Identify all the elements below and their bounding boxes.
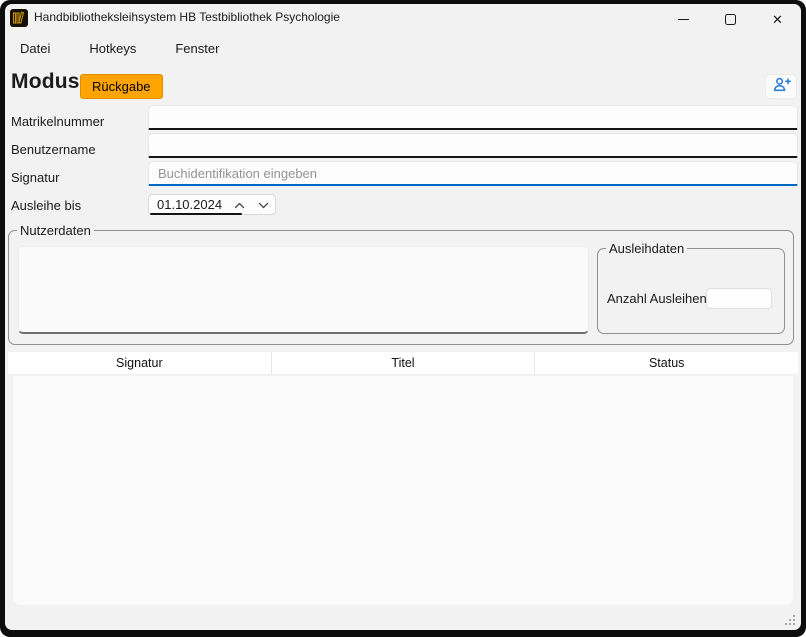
maximize-icon bbox=[725, 14, 736, 25]
column-header-titel[interactable]: Titel bbox=[271, 352, 535, 374]
person-add-icon bbox=[772, 76, 791, 98]
chevron-up-icon bbox=[234, 196, 245, 214]
spinner-underline bbox=[150, 213, 242, 215]
benutzername-label: Benutzername bbox=[11, 142, 96, 157]
ausleihe-bis-value: 01.10.2024 bbox=[149, 197, 222, 212]
nutzerdaten-group: Nutzerdaten Ausleihdaten Anzahl Ausleihe… bbox=[8, 230, 794, 345]
anzahl-ausleihen-label: Anzahl Ausleihen bbox=[607, 291, 707, 306]
menu-item-fenster[interactable]: Fenster bbox=[162, 36, 232, 62]
spin-up-button[interactable] bbox=[227, 195, 251, 214]
chevron-down-icon bbox=[258, 196, 269, 214]
ausleihe-bis-label: Ausleihe bis bbox=[11, 198, 81, 213]
menu-item-datei[interactable]: Datei bbox=[7, 36, 63, 62]
signatur-field[interactable] bbox=[148, 161, 798, 186]
ausleihe-bis-spinner[interactable]: 01.10.2024 bbox=[148, 194, 276, 215]
nutzerdaten-group-title: Nutzerdaten bbox=[17, 222, 94, 239]
matrikelnummer-field[interactable] bbox=[148, 105, 798, 130]
minimize-button[interactable] bbox=[660, 4, 707, 34]
app-window: Handbibliotheksleihsystem HB Testbibliot… bbox=[0, 0, 806, 637]
mode-label: Modus bbox=[11, 70, 80, 94]
ausleihdaten-group-title: Ausleihdaten bbox=[606, 240, 687, 257]
nutzerdaten-textarea[interactable] bbox=[18, 246, 589, 334]
spin-down-button[interactable] bbox=[251, 195, 275, 214]
menu-item-hotkeys[interactable]: Hotkeys bbox=[76, 36, 149, 62]
books-icon bbox=[10, 9, 28, 27]
resize-grip-icon[interactable] bbox=[783, 613, 796, 626]
mode-badge[interactable]: Rückgabe bbox=[80, 74, 163, 99]
add-user-button[interactable] bbox=[765, 74, 797, 99]
window-controls: ✕ bbox=[660, 4, 801, 34]
benutzername-field[interactable] bbox=[148, 133, 798, 158]
table-body bbox=[13, 376, 793, 605]
menu-bar: Datei Hotkeys Fenster bbox=[7, 36, 232, 62]
minimize-icon bbox=[678, 19, 689, 20]
table-header: Signatur Titel Status bbox=[8, 352, 798, 375]
close-icon: ✕ bbox=[772, 13, 783, 26]
signatur-label: Signatur bbox=[11, 170, 59, 185]
window-content: Handbibliotheksleihsystem HB Testbibliot… bbox=[5, 4, 801, 630]
ausleihdaten-group: Ausleihdaten Anzahl Ausleihen bbox=[597, 248, 785, 334]
anzahl-ausleihen-field[interactable] bbox=[706, 288, 772, 309]
title-bar[interactable]: Handbibliotheksleihsystem HB Testbibliot… bbox=[5, 4, 801, 32]
close-button[interactable]: ✕ bbox=[754, 4, 801, 34]
column-header-status[interactable]: Status bbox=[534, 352, 798, 374]
column-header-signatur[interactable]: Signatur bbox=[8, 352, 271, 374]
window-title: Handbibliotheksleihsystem HB Testbibliot… bbox=[34, 10, 340, 24]
maximize-button[interactable] bbox=[707, 4, 754, 34]
matrikelnummer-label: Matrikelnummer bbox=[11, 114, 104, 129]
